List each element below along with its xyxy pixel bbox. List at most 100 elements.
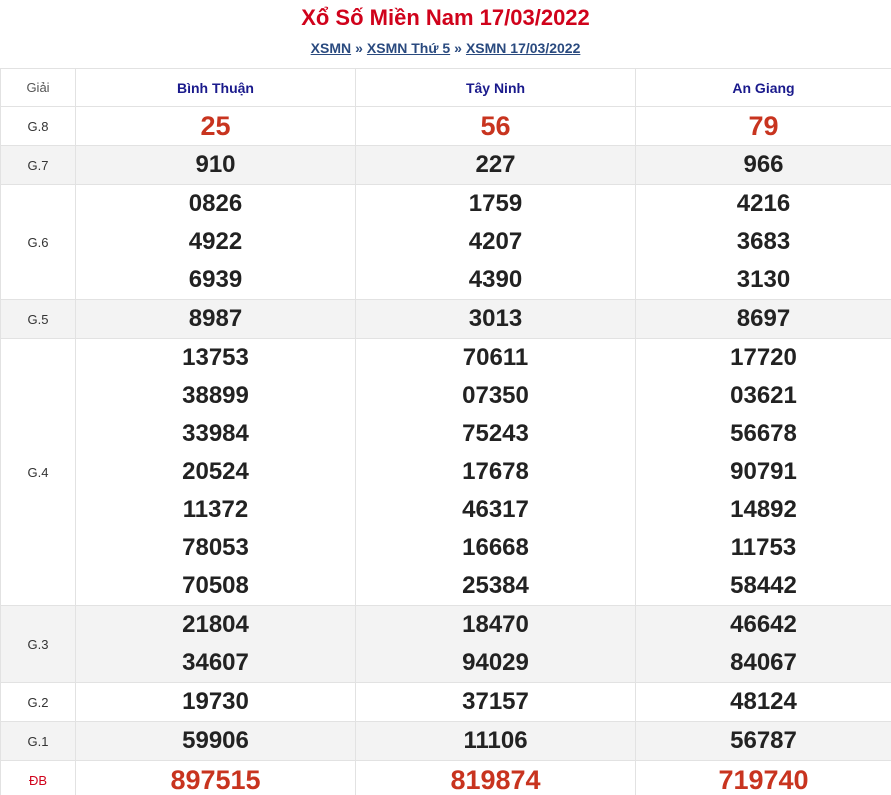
prize-cell: 719740 [635, 760, 891, 795]
prize-cell: 70611 07350 75243 17678 46317 16668 25384 [355, 338, 636, 606]
table-row: G.4 13753 38899 33984 20524 11372 78053 70508 70… [0, 338, 891, 606]
prize-number: 19730 [182, 688, 249, 715]
prize-label: G.4 [0, 338, 76, 606]
prize-cell: 18470 94029 [355, 605, 636, 683]
results-body: G.8 25 56 79 G.7 910 227 966 G.6 0826 4922 6939 1759… [0, 106, 891, 795]
prize-number: 18470 [462, 611, 529, 638]
prize-number: 75243 [462, 420, 529, 447]
prize-number: 3130 [736, 266, 791, 293]
prize-cell: 4216 3683 3130 [635, 184, 891, 300]
prize-number: 8697 [736, 305, 791, 332]
table-header-row: Giải Bình Thuận Tây Ninh An Giang [0, 68, 891, 107]
prize-number: 819874 [450, 765, 541, 795]
prize-cell: 910 [75, 145, 356, 185]
prize-label: G.2 [0, 682, 76, 722]
prize-number: 11106 [463, 727, 528, 754]
prize-number: 21804 [182, 611, 249, 638]
prize-number: 14892 [730, 496, 797, 523]
prize-number: 37157 [462, 688, 529, 715]
prize-number: 56678 [730, 420, 797, 447]
breadcrumb-link-xsmn[interactable]: XSMN [311, 40, 351, 56]
prize-number: 11753 [730, 534, 797, 561]
prize-number: 84067 [730, 649, 797, 676]
prize-cell: 17720 03621 56678 90791 14892 11753 58442 [635, 338, 891, 606]
prize-number: 6939 [188, 266, 243, 293]
breadcrumb-link-xsmn-thu5[interactable]: XSMN Thứ 5 [367, 40, 450, 56]
prize-cell: 819874 [355, 760, 636, 795]
table-row: G.1 59906 11106 56787 [0, 721, 891, 761]
prize-number: 25384 [462, 572, 529, 599]
prize-number: 13753 [182, 344, 249, 371]
prize-cell: 56787 [635, 721, 891, 761]
prize-cell: 897515 [75, 760, 356, 795]
table-row: G.7 910 227 966 [0, 145, 891, 185]
prize-number: 78053 [182, 534, 249, 561]
prize-number: 33984 [182, 420, 249, 447]
prize-number: 59906 [182, 727, 249, 754]
prize-number: 3683 [736, 228, 791, 255]
prize-number: 25 [200, 111, 231, 141]
breadcrumb-separator: » [454, 40, 462, 56]
prize-number: 90791 [730, 458, 797, 485]
prize-column-header: Giải [0, 68, 76, 107]
prize-cell: 59906 [75, 721, 356, 761]
province-header-binh-thuan[interactable]: Bình Thuận [75, 68, 356, 107]
prize-cell: 1759 4207 4390 [355, 184, 636, 300]
prize-number: 70611 [462, 344, 529, 371]
prize-cell: 11106 [355, 721, 636, 761]
prize-cell: 46642 84067 [635, 605, 891, 683]
prize-cell: 21804 34607 [75, 605, 356, 683]
prize-number: 79 [748, 111, 779, 141]
prize-cell: 56 [355, 106, 636, 146]
breadcrumb-separator: » [355, 40, 363, 56]
prize-number: 1759 [468, 190, 523, 217]
prize-cell: 37157 [355, 682, 636, 722]
prize-cell: 13753 38899 33984 20524 11372 78053 70508 [75, 338, 356, 606]
table-row: G.3 21804 34607 18470 94029 46642 84067 [0, 605, 891, 683]
prize-number: 4390 [468, 266, 523, 293]
prize-number: 46317 [462, 496, 529, 523]
prize-number: 38899 [182, 382, 249, 409]
prize-cell: 48124 [635, 682, 891, 722]
prize-number: 16668 [462, 534, 529, 561]
prize-label: G.8 [0, 106, 76, 146]
prize-number: 966 [743, 151, 784, 178]
prize-cell: 0826 4922 6939 [75, 184, 356, 300]
prize-cell: 25 [75, 106, 356, 146]
table-row: G.5 8987 3013 8697 [0, 299, 891, 339]
prize-label: G.3 [0, 605, 76, 683]
results-table: Giải Bình Thuận Tây Ninh An Giang G.8 25 5… [0, 68, 891, 795]
prize-number: 227 [475, 151, 516, 178]
prize-number: 910 [195, 151, 236, 178]
prize-cell: 3013 [355, 299, 636, 339]
prize-cell: 19730 [75, 682, 356, 722]
prize-number: 3013 [468, 305, 523, 332]
page-header: Xổ Số Miền Nam 17/03/2022 XSMN» XSMN Thứ … [0, 0, 891, 68]
prize-number: 897515 [170, 765, 261, 795]
breadcrumb-link-xsmn-date[interactable]: XSMN 17/03/2022 [466, 40, 580, 56]
table-row: G.8 25 56 79 [0, 106, 891, 146]
province-header-tay-ninh[interactable]: Tây Ninh [355, 68, 636, 107]
prize-label: G.7 [0, 145, 76, 185]
breadcrumb: XSMN» XSMN Thứ 5» XSMN 17/03/2022 [0, 40, 891, 57]
prize-cell: 966 [635, 145, 891, 185]
province-header-an-giang[interactable]: An Giang [635, 68, 891, 107]
prize-number: 8987 [188, 305, 243, 332]
prize-label: G.5 [0, 299, 76, 339]
table-row: ĐB 897515 819874 719740 [0, 760, 891, 795]
prize-label: G.6 [0, 184, 76, 300]
prize-number: 46642 [730, 611, 797, 638]
prize-number: 70508 [182, 572, 249, 599]
prize-number: 07350 [462, 382, 529, 409]
prize-number: 34607 [182, 649, 249, 676]
page-title: Xổ Số Miền Nam 17/03/2022 [301, 5, 590, 30]
prize-number: 58442 [730, 572, 797, 599]
prize-number: 20524 [182, 458, 249, 485]
prize-number: 48124 [730, 688, 797, 715]
prize-cell: 227 [355, 145, 636, 185]
prize-number: 94029 [462, 649, 529, 676]
prize-number: 0826 [188, 190, 243, 217]
prize-cell: 8987 [75, 299, 356, 339]
prize-number: 17720 [730, 344, 797, 371]
prize-number: 4216 [736, 190, 791, 217]
